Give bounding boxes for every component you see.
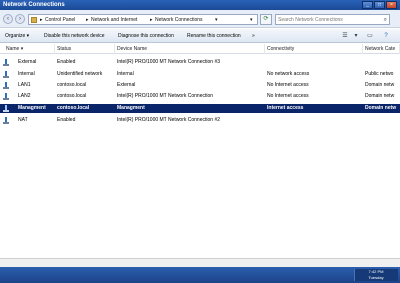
maximize-button[interactable]: □ [374, 1, 385, 9]
table-row[interactable]: LAN1 contoso.local External No Internet … [0, 81, 400, 90]
row-category: Public netwo [365, 71, 394, 77]
views-dropdown-icon[interactable]: ▾ [352, 32, 360, 40]
organize-label: Organize [5, 33, 26, 39]
row-status: Enabled [57, 59, 76, 65]
system-tray: 7:42 PM Tuesday [354, 269, 398, 281]
more-commands-button[interactable]: » [252, 32, 255, 40]
row-device: External [117, 82, 136, 88]
row-connectivity: No Internet access [267, 93, 309, 99]
diagnose-button[interactable]: Diagnose this connection [118, 32, 174, 40]
column-name[interactable]: Name ▾ [0, 44, 55, 54]
window-titlebar: Network Connections _ □ × [0, 0, 400, 10]
breadcrumb-network-and-internet[interactable]: Network and Internet [91, 16, 137, 24]
row-name: External [18, 59, 37, 65]
breadcrumb-control-panel[interactable]: Control Panel [45, 16, 75, 24]
help-icon[interactable]: ? [382, 32, 390, 40]
crumb-dropdown-icon[interactable]: ▾ [215, 16, 218, 24]
row-name: NAT [18, 117, 28, 123]
row-category [365, 58, 400, 67]
row-category: Domain netw [365, 82, 395, 88]
row-name: Managment [18, 105, 46, 111]
status-bar [0, 258, 400, 267]
search-box[interactable]: ⌕ [275, 14, 390, 25]
row-status: contoso.local [57, 93, 87, 99]
crumb-separator-icon: ▸ [86, 17, 89, 23]
search-icon[interactable]: ⌕ [384, 16, 387, 24]
row-name: Internal [18, 71, 35, 77]
row-status: contoso.local [57, 105, 90, 111]
taskbar: 7:42 PM Tuesday [0, 267, 400, 283]
row-connectivity [267, 116, 363, 125]
address-bar[interactable]: ▸ Control Panel ▸ Network and Internet ▸… [28, 14, 258, 25]
table-row[interactable]: External Enabled Intel(R) PRO/1000 MT Ne… [0, 58, 400, 67]
command-bar: Organize ▾ Disable this network device D… [0, 29, 400, 43]
rename-button[interactable]: Rename this connection [187, 32, 241, 40]
address-row: ‹ › ▸ Control Panel ▸ Network and Intern… [0, 10, 400, 28]
table-row[interactable]: Internal Unidentified network Internal N… [0, 70, 400, 79]
back-button[interactable]: ‹ [3, 14, 13, 24]
network-adapter-icon [3, 82, 9, 89]
minimize-button[interactable]: _ [362, 1, 373, 9]
row-device: Intel(R) PRO/1000 MT Network Connection … [117, 59, 221, 65]
table-row[interactable]: NAT Enabled Intel(R) PRO/1000 MT Network… [0, 116, 400, 125]
row-status: Unidentified network [57, 71, 103, 77]
close-button[interactable]: × [386, 1, 397, 9]
row-device: Intel(R) PRO/1000 MT Network Connection … [117, 117, 221, 123]
row-name: LAN1 [18, 82, 31, 88]
disable-device-button[interactable]: Disable this network device [44, 32, 105, 40]
column-status[interactable]: Status [55, 44, 115, 54]
forward-button[interactable]: › [15, 14, 25, 24]
row-status: Enabled [57, 117, 76, 123]
row-device: Intel(R) PRO/1000 MT Network Connection [117, 93, 214, 99]
window-title: Network Connections [3, 2, 65, 8]
row-connectivity: No Internet access [267, 82, 309, 88]
search-input[interactable] [276, 15, 376, 24]
column-connectivity[interactable]: Connectivity [265, 44, 363, 54]
row-connectivity: Internet access [267, 105, 304, 111]
network-adapter-icon [3, 117, 9, 124]
row-device: Managment [117, 105, 145, 111]
column-network-category[interactable]: Network Cate [363, 44, 400, 54]
organize-button[interactable]: Organize ▾ [5, 32, 29, 40]
row-device: Internal [117, 71, 134, 77]
crumb-separator-icon: ▸ [40, 17, 43, 23]
row-connectivity: No network access [267, 71, 310, 77]
refresh-button[interactable]: ⟳ [260, 14, 272, 25]
column-device-name[interactable]: Device Name [115, 44, 265, 54]
network-adapter-icon [3, 59, 9, 66]
row-category: Domain netw [365, 105, 397, 111]
breadcrumb-network-connections[interactable]: Network Connections [155, 16, 203, 24]
row-status: contoso.local [57, 82, 87, 88]
row-category [365, 116, 400, 125]
network-adapter-icon [3, 105, 9, 112]
views-icon[interactable]: ☰ [341, 32, 349, 40]
row-category: Domain netw [365, 93, 395, 99]
row-connectivity [267, 58, 363, 67]
network-adapter-icon [3, 93, 9, 100]
crumb-separator-icon: ▸ [150, 17, 153, 23]
table-row[interactable]: LAN2 contoso.local Intel(R) PRO/1000 MT … [0, 92, 400, 101]
table-row-selected[interactable]: Managment contoso.local Managment Intern… [0, 104, 400, 113]
folder-icon [31, 17, 37, 23]
address-dropdown-icon[interactable]: ▾ [250, 16, 253, 24]
network-adapter-icon [3, 71, 9, 78]
column-header-row: Name ▾ Status Device Name Connectivity N… [0, 44, 400, 54]
preview-pane-icon[interactable]: ▭ [366, 32, 374, 40]
row-name: LAN2 [18, 93, 31, 99]
column-name-label: Name [6, 46, 20, 52]
clock-day[interactable]: Tuesday [355, 275, 397, 281]
